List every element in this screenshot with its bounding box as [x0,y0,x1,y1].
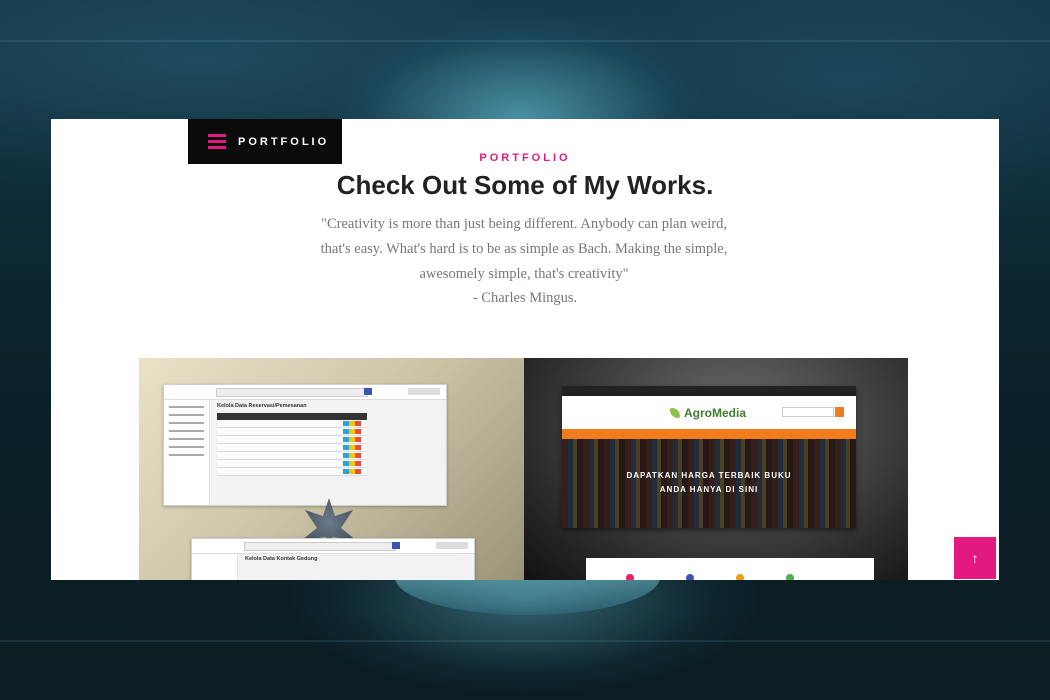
quote-line: that's easy. What's hard is to be as sim… [320,241,728,257]
section-eyebrow: PORTFOLIO [479,152,571,164]
project-thumbnail-agromedia[interactable]: AgroMedia DAPATKAN HARGA TERBAIK BUKU AN… [524,358,908,580]
agromedia-preview-2 [586,558,874,580]
background-wave [0,640,1050,642]
project-preview-screen: Kelola Data Kontak Gedung [191,538,475,580]
arrow-up-icon: ↑ [971,550,979,566]
background-wave [0,40,1050,42]
section-quote: "Creativity is more than just being diff… [280,212,768,287]
preview-title: Kelola Data Reservasi/Pemesanan [217,403,307,409]
section-title: Check Out Some of My Works. [336,170,714,200]
hero-text: DAPATKAN HARGA TERBAIK BUKU [626,471,792,480]
project-thumbnail-reservation[interactable]: Kelola Data Reservasi/Pemesanan Kelola D… [139,358,524,580]
menu-label: PORTFOLIO [238,135,330,148]
quote-line: "Creativity is more than just being diff… [321,216,727,232]
quote-attribution: - Charles Mingus. [472,290,578,306]
agromedia-preview: AgroMedia DAPATKAN HARGA TERBAIK BUKU AN… [562,386,856,528]
scroll-to-top-button[interactable]: ↑ [954,537,996,579]
preview-title: Kelola Data Kontak Gedung [245,556,318,562]
agromedia-logo: AgroMedia [670,406,746,420]
hero-text: ANDA HANYA DI SINI [659,485,759,494]
project-preview-screen: Kelola Data Reservasi/Pemesanan [163,384,447,506]
hamburger-icon[interactable] [208,131,226,152]
quote-line: awesomely simple, that's creativity" [419,266,629,282]
